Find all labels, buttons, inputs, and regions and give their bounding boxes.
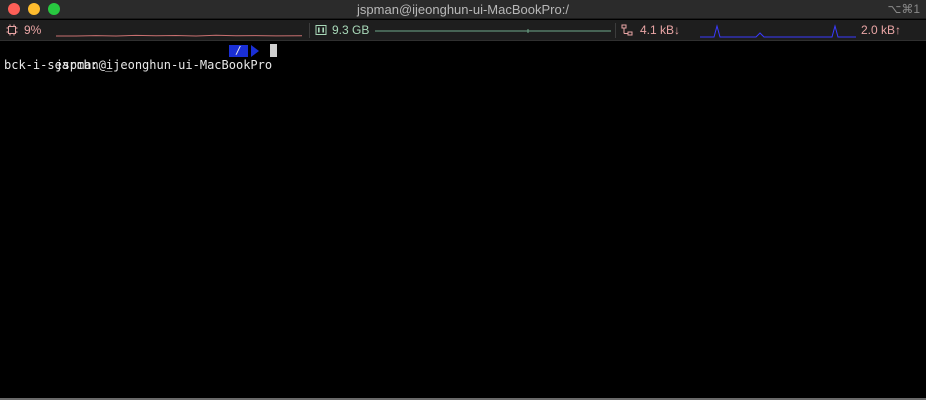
window-title: jspman@ijeonghun-ui-MacBookPro:/ (357, 2, 569, 17)
terminal-output[interactable]: jspman@ijeonghun-ui-MacBookPro / bck-i-s… (0, 42, 926, 398)
status-bar: 9% 9.3 GB 4.1 kB↓ 2.0 kB↑ (0, 20, 926, 41)
memory-sparkline (375, 29, 611, 33)
network-upload: 2.0 kB↑ (861, 23, 902, 37)
reverse-search-line[interactable]: bck-i-search: _ (4, 58, 112, 73)
cpu-usage: 9% (24, 23, 42, 37)
network-sparkline (700, 24, 856, 38)
network-download: 4.1 kB↓ (640, 23, 681, 37)
status-separator (615, 23, 616, 38)
memory-usage: 9.3 GB (332, 23, 370, 37)
cpu-chip-icon (6, 24, 18, 36)
window-shortcut: ⌥⌘1 (887, 2, 920, 16)
cpu-sparkline (56, 34, 302, 37)
text-cursor (270, 44, 277, 57)
prompt-directory-segment: / (229, 45, 248, 57)
powerline-arrow-icon (251, 45, 259, 57)
status-separator (309, 23, 310, 38)
network-icon (621, 24, 633, 36)
title-bar[interactable]: jspman@ijeonghun-ui-MacBookPro:/ ⌥⌘1 (0, 0, 926, 19)
terminal-window: jspman@ijeonghun-ui-MacBookPro:/ ⌥⌘1 9% … (0, 0, 926, 400)
memory-icon (315, 25, 327, 35)
